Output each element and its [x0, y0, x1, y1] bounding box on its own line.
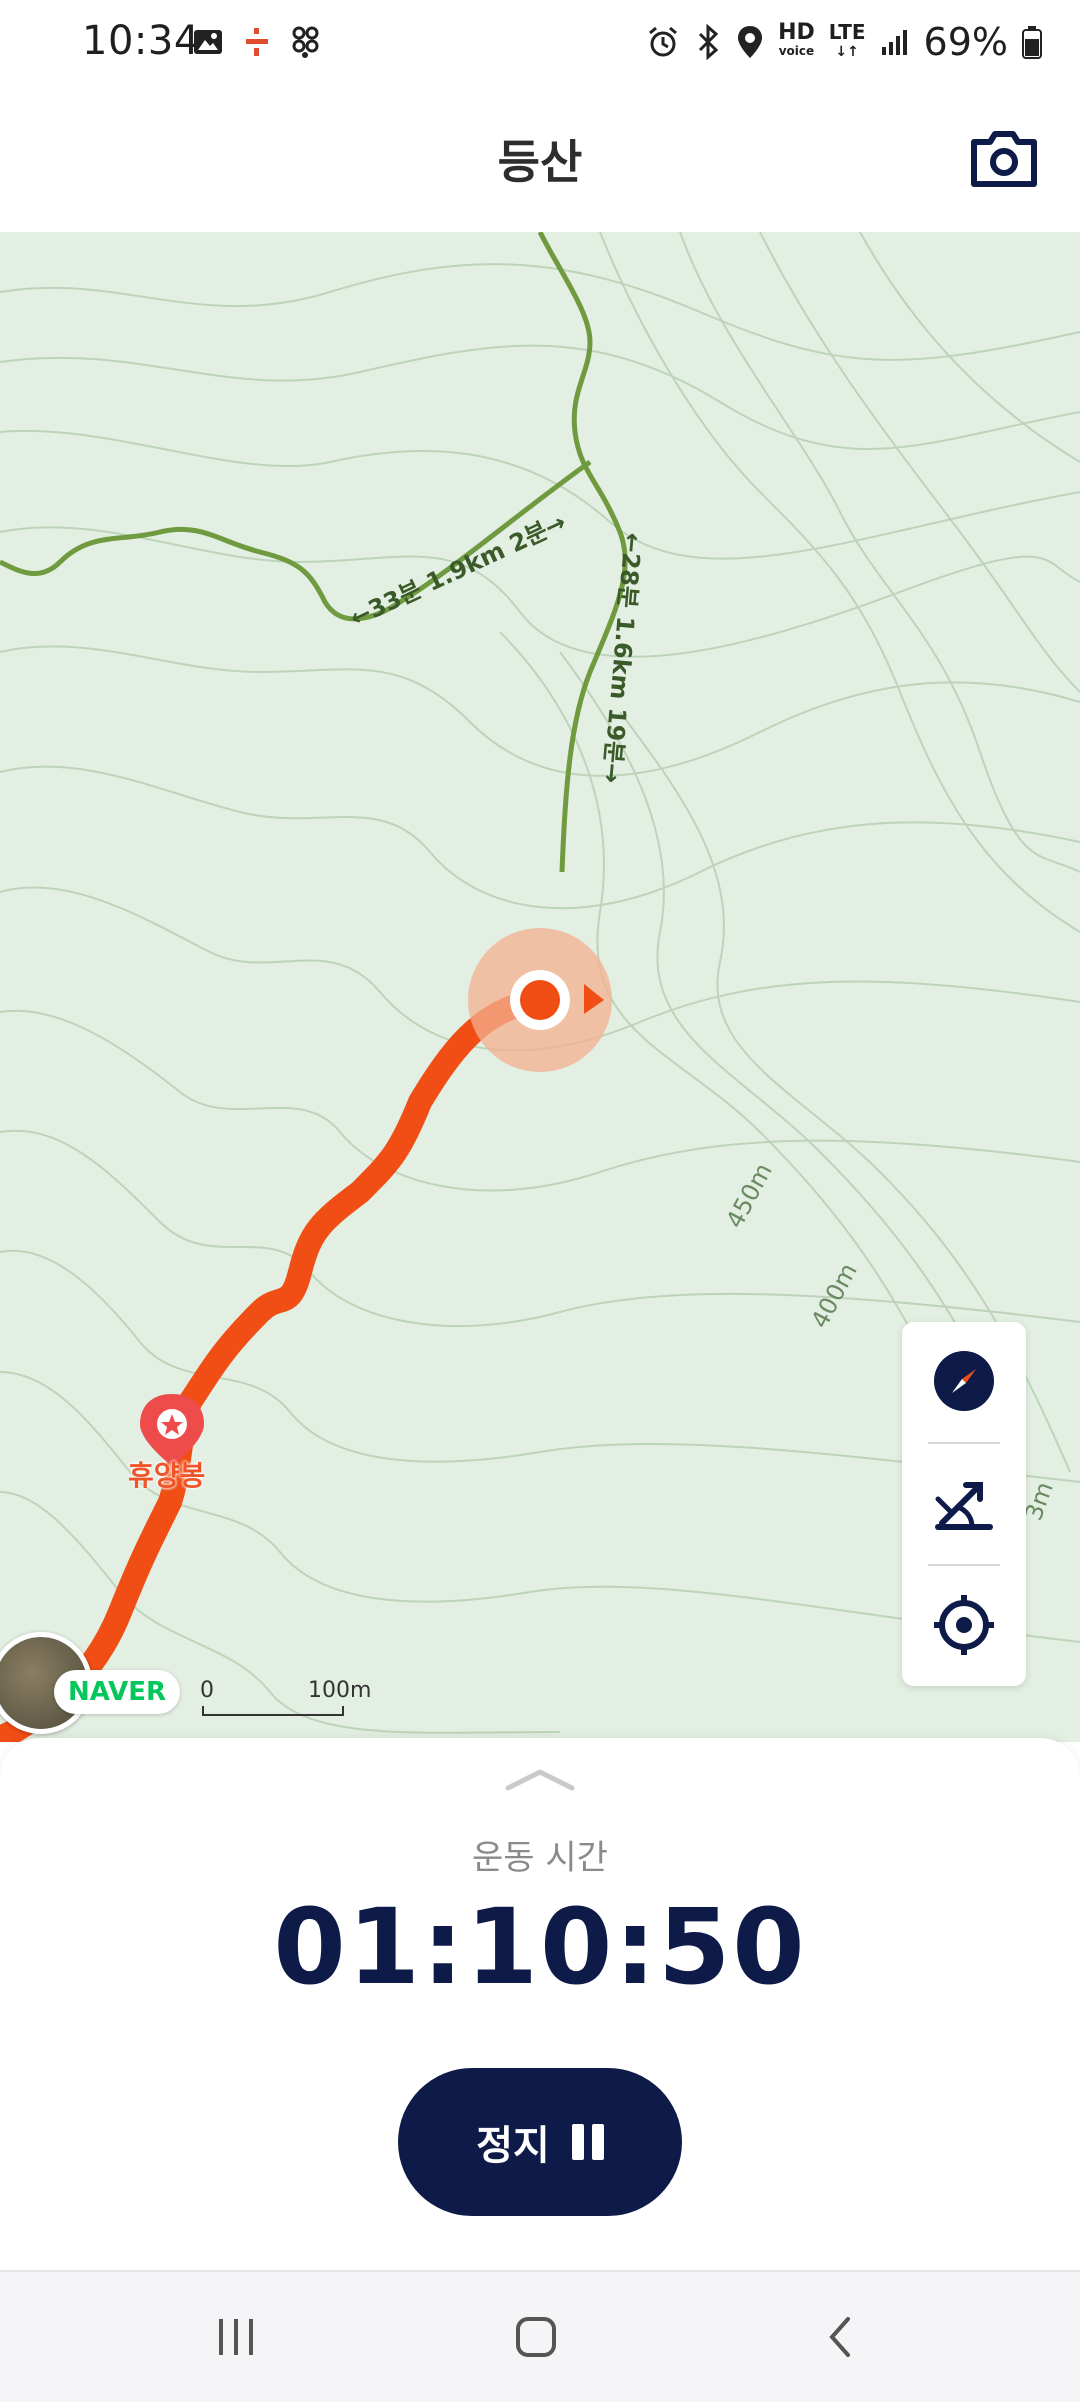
peak-label[interactable]: 휴양봉: [128, 1454, 205, 1494]
stop-button[interactable]: 정지: [398, 2068, 682, 2216]
camera-icon: [971, 131, 1037, 187]
status-time: 10:34: [82, 18, 200, 64]
compass-icon: [934, 1351, 994, 1411]
data-arrows-icon: ↓↑: [835, 44, 859, 60]
back-button[interactable]: [800, 2302, 880, 2372]
network-indicator: LTE ↓↑: [829, 22, 866, 62]
dots-app-icon: [292, 26, 319, 58]
bluetooth-icon: [699, 24, 719, 60]
chevron-up-icon: [505, 1769, 575, 1791]
map-view[interactable]: ←33분 1.9km 2분→ ←28분 1.6km 19분→ 450m 400m…: [0, 232, 1080, 1742]
app-notification-icon: [246, 28, 268, 56]
page-title: 등산: [497, 135, 583, 189]
workout-time-label: 운동 시간: [472, 1838, 608, 1878]
hd-label: HD: [778, 20, 815, 45]
elevation-button[interactable]: [902, 1444, 1026, 1562]
status-bar: 10:34 HD voice LTE ↓↑ 69%: [0, 0, 1080, 92]
signal-icon: [881, 30, 907, 55]
network-label: LTE: [828, 20, 866, 44]
gallery-icon: [194, 30, 222, 54]
alarm-icon: [649, 26, 678, 57]
recents-button[interactable]: [196, 2302, 276, 2372]
recents-icon: [219, 2319, 253, 2355]
stop-button-label: 정지: [476, 2123, 550, 2169]
back-icon: [829, 2317, 850, 2357]
workout-timer: 01:10:50: [273, 1886, 807, 2008]
locate-icon: [934, 1595, 994, 1655]
hd-voice-indicator: HD voice: [778, 20, 815, 60]
app-header: 등산: [0, 92, 1080, 232]
scale-zero-label: 0: [200, 1678, 214, 1703]
pause-icon: [571, 2124, 604, 2160]
battery-icon: [1022, 26, 1042, 59]
system-nav-bar: [0, 2270, 1080, 2402]
scale-max-label: 100m: [308, 1678, 372, 1703]
naver-logo: NAVER: [54, 1670, 181, 1714]
status-notification-icons: [192, 24, 324, 60]
locate-button[interactable]: [902, 1566, 1026, 1684]
scale-line: [202, 1706, 344, 1716]
status-system-icons: HD voice LTE ↓↑ 69%: [646, 20, 1042, 64]
sheet-expand-handle[interactable]: [500, 1764, 580, 1794]
voice-label: voice: [778, 44, 815, 58]
map-scale-bar: 0 100m: [200, 1678, 371, 1718]
compass-button[interactable]: [902, 1322, 1026, 1440]
map-controls: [902, 1322, 1026, 1686]
position-marker: [520, 980, 560, 1020]
home-icon: [516, 2317, 556, 2357]
elevation-icon: [935, 1482, 993, 1530]
home-button[interactable]: [496, 2302, 576, 2372]
battery-percent: 69%: [923, 20, 1008, 64]
workout-sheet: 운동 시간 01:10:50 정지: [0, 1738, 1080, 2270]
location-icon: [738, 26, 763, 58]
camera-button[interactable]: [968, 122, 1040, 194]
